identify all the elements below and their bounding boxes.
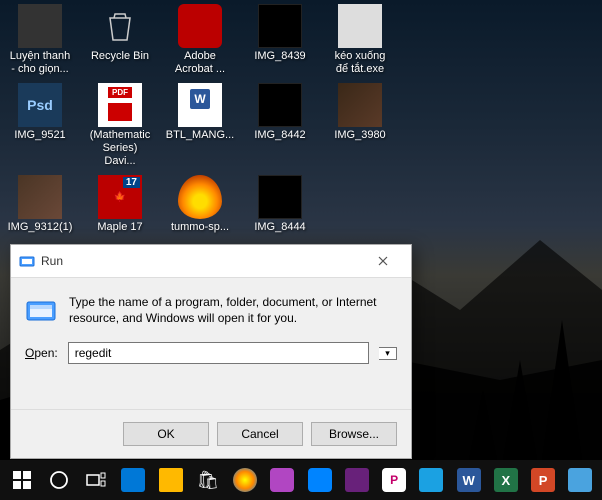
run-app-icon [19,253,35,269]
visualstudio-icon [345,468,369,492]
run-title: Run [41,254,363,268]
image-icon [18,175,62,219]
word-icon: W [457,468,481,492]
run-description: Type the name of a program, folder, docu… [69,294,397,326]
icon-label: IMG_3980 [334,129,385,142]
run-icon [25,294,57,326]
icon-label: Adobe Acrobat ... [168,50,232,75]
taskbar-app[interactable] [414,460,449,500]
audio-icon [18,4,62,48]
cancel-button[interactable]: Cancel [217,422,303,446]
icon-label: IMG_9521 [14,129,65,142]
desktop-icon[interactable]: IMG_3980 [328,83,392,167]
taskbar-app[interactable] [265,460,300,500]
store-icon: 🛍 [196,468,220,492]
app-icon [419,468,443,492]
desktop-icon-acrobat[interactable]: Adobe Acrobat ... [168,4,232,75]
icon-label: IMG_9312(1) [8,221,73,234]
icon-label: IMG_8442 [254,129,305,142]
icon-row-1: Luyện thanh - cho giọn... Recycle Bin Ad… [8,4,594,75]
recycle-bin-icon [98,4,142,48]
cortana-icon [47,468,71,492]
icon-label: kéo xuống để tắt.exe [328,50,392,75]
icon-label: (Mathematic Series) Davi... [88,129,152,167]
acrobat-icon [178,4,222,48]
taskbar-vs[interactable] [339,460,374,500]
desktop-icon[interactable]: IMG_8442 [248,83,312,167]
icon-row-2: Psd IMG_9521 (Mathematic Series) Davi...… [8,83,594,167]
open-label: Open: [25,346,58,360]
taskbar-app[interactable] [563,460,598,500]
icon-label: BTL_MANG... [166,129,234,142]
desktop-icon[interactable]: tummo-sp... [168,175,232,234]
browse-button[interactable]: Browse... [311,422,397,446]
desktop-icon[interactable]: kéo xuống để tắt.exe [328,4,392,75]
psd-icon: Psd [18,83,62,127]
app-icon [568,468,592,492]
taskbar-app[interactable] [228,460,263,500]
desktop-icon[interactable]: IMG_9312(1) [8,175,72,234]
icon-label: IMG_8439 [254,50,305,63]
desktop-icon[interactable]: (Mathematic Series) Davi... [88,83,152,167]
icon-label: Luyện thanh - cho giọn... [8,50,72,75]
cortana-button[interactable] [41,460,76,500]
image-icon [258,83,302,127]
edge-icon [121,468,145,492]
desktop-icon[interactable]: IMG_8444 [248,175,312,234]
app-icon [308,468,332,492]
desktop-icon[interactable]: Luyện thanh - cho giọn... [8,4,72,75]
taskbar-excel[interactable]: X [488,460,523,500]
chevron-down-icon: ▾ [385,348,390,359]
app-icon [270,468,294,492]
taskbar-store[interactable]: 🛍 [190,460,225,500]
picsart-icon: P [382,468,406,492]
desktop-icon-recycle[interactable]: Recycle Bin [88,4,152,75]
windows-icon [13,471,31,489]
desktop-icon[interactable]: 🍁 Maple 17 [88,175,152,234]
start-button[interactable] [4,460,39,500]
icon-label: Recycle Bin [91,50,149,63]
word-doc-icon [178,83,222,127]
run-input[interactable] [68,342,369,364]
close-button[interactable] [363,251,403,271]
run-titlebar[interactable]: Run [11,245,411,278]
icon-label: tummo-sp... [171,221,229,234]
desktop-icon[interactable]: BTL_MANG... [168,83,232,167]
image-icon [338,83,382,127]
desktop-icon[interactable]: Psd IMG_9521 [8,83,72,167]
exe-icon [338,4,382,48]
taskbar-word[interactable]: W [451,460,486,500]
taskbar-ppt[interactable]: P [526,460,561,500]
dropdown-button[interactable]: ▾ [379,347,397,360]
desktop-icon[interactable]: IMG_8439 [248,4,312,75]
taskbar: 🛍 P W X P [0,460,602,500]
folder-icon [159,468,183,492]
image-icon [258,175,302,219]
taskview-button[interactable] [79,460,114,500]
taskbar-explorer[interactable] [153,460,188,500]
app-icon [233,468,257,492]
close-icon [378,256,388,266]
pdf-icon [98,83,142,127]
image-icon [258,4,302,48]
icon-label: Maple 17 [97,221,142,234]
powerpoint-icon: P [531,468,555,492]
icon-label: IMG_8444 [254,221,305,234]
maple-icon: 🍁 [98,175,142,219]
ok-button[interactable]: OK [123,422,209,446]
icon-row-3: IMG_9312(1) 🍁 Maple 17 tummo-sp... IMG_8… [8,175,594,234]
taskbar-app[interactable]: P [377,460,412,500]
taskbar-app[interactable] [302,460,337,500]
excel-icon: X [494,468,518,492]
run-dialog: Run Type the name of a program, folder, … [10,244,412,459]
taskbar-edge[interactable] [116,460,151,500]
taskview-icon [84,468,108,492]
fire-icon [178,175,222,219]
